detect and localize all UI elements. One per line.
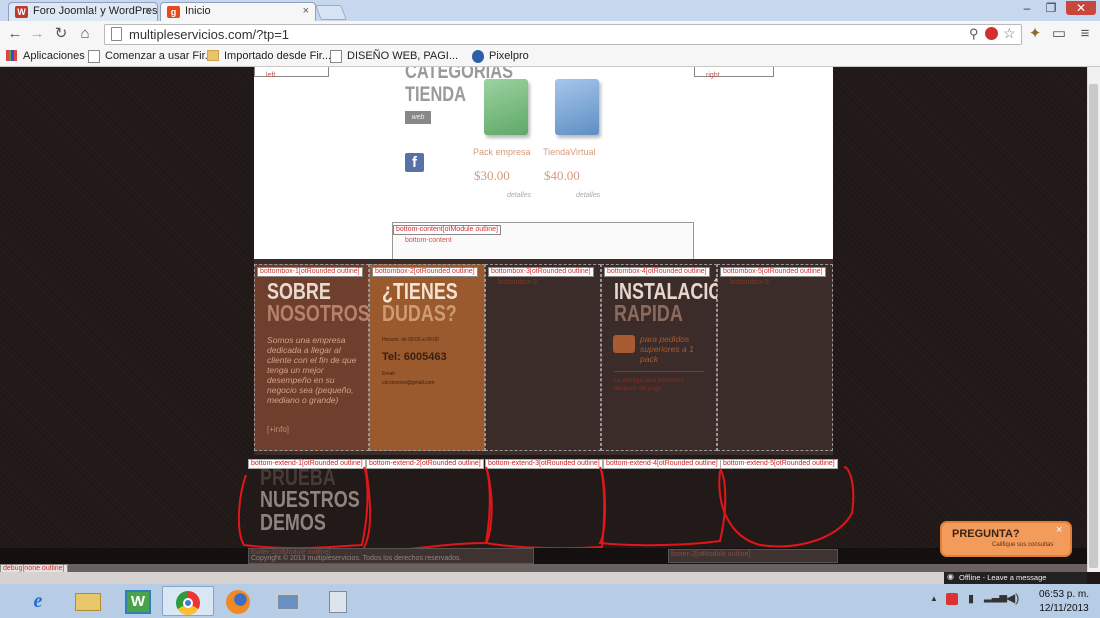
apps-icon [6,50,17,61]
pixelpro-icon [472,50,484,63]
bookmark-apps[interactable]: Aplicaciones [6,50,85,62]
extension-icon[interactable]: ✦ [1026,25,1044,43]
joomla-favicon-icon: W [15,6,28,18]
tab-strip: W Foro Joomla! y WordPress × g Inicio × … [0,0,1100,21]
copyright-text: Copyright © 2013 multipleservicios. Todo… [251,555,462,562]
offline-text: Offline - Leave a message [959,573,1047,582]
battery-icon[interactable]: ▮ [968,592,974,605]
close-tab-icon[interactable]: × [145,5,151,17]
home-icon[interactable]: ⌂ [76,25,94,43]
extension-red-icon[interactable] [985,27,998,40]
horizontal-scroll-area [0,572,944,584]
chat-close-icon[interactable]: × [1056,524,1062,536]
site-favicon-icon: g [167,6,180,18]
footer-tag: footer-2[otModule outline] [671,551,751,558]
address-bar[interactable]: multipleservicios.com/?tp=1 ⚲ ☆ [104,24,1022,45]
network-icon[interactable]: ▂▃▅ [984,592,1007,603]
search-icon[interactable]: ⚲ [969,26,979,42]
star-icon[interactable]: ☆ [1003,25,1016,42]
page-viewport: left right CATEGORIAS TIENDA web f Pack … [0,67,1087,572]
clock-time[interactable]: 06:53 p. m. [1034,589,1094,600]
wordpress-app-icon[interactable]: W [112,586,164,616]
chat-title: PREGUNTA? [952,528,1020,540]
bookmark-label: Pixelpro [489,50,529,62]
file-explorer-icon[interactable] [62,586,114,616]
chat-subtitle: Califique sus consultas [992,542,1054,548]
scrollbar-thumb[interactable] [1089,84,1098,568]
bookmark-label: Importado desde Fir... [224,50,331,62]
folder-icon [207,50,219,61]
footer-1-module: footer-1[otModule outline] Copyright © 2… [248,548,534,564]
bookmark-pixelpro[interactable]: Pixelpro [472,50,529,63]
tab-label: Foro Joomla! y WordPress [33,5,158,17]
menu-icon[interactable]: ≡ [1076,25,1094,43]
page-icon [330,50,342,63]
debug-tag: debug[none outline] [0,564,68,572]
security-tray-icon[interactable] [946,593,958,605]
clock-date[interactable]: 12/11/2013 [1034,603,1094,614]
tab-foro-joomla[interactable]: W Foro Joomla! y WordPress × [8,2,158,21]
footer-2-module: footer-2[otModule outline] [668,549,838,563]
volume-icon[interactable]: ◀) [1006,591,1019,605]
bookmark-label: Comenzar a usar Fir... [105,50,214,62]
back-icon[interactable]: ← [6,25,24,43]
url-text: multipleservicios.com/?tp=1 [129,27,290,42]
remote-desktop-icon[interactable] [262,586,314,616]
debug-bar [0,564,1087,572]
bookmark-comenzar[interactable]: Comenzar a usar Fir... [88,50,214,63]
new-tab-button[interactable] [315,5,347,20]
restore-icon[interactable]: ❐ [1040,1,1062,15]
reload-icon[interactable]: ↻ [52,25,70,43]
red-annotation-outlines [237,466,855,553]
bookmark-diseno[interactable]: DISEÑO WEB, PAGI... [330,50,459,63]
windows-taskbar: e W ▲ ▮ ▂▃▅ ◀) 06:53 p. m. 12/11/2013 [0,584,1100,618]
page-icon [111,27,122,41]
bookmark-importado[interactable]: Importado desde Fir... [207,50,331,62]
firefox-icon[interactable] [212,586,264,616]
minimize-icon[interactable]: – [1016,1,1038,15]
bookmark-label: DISEÑO WEB, PAGI... [347,50,459,62]
footer-bar [0,548,1087,564]
tab-inicio[interactable]: g Inicio × [160,2,316,21]
chat-offline-bar[interactable]: ◉ Offline - Leave a message [944,572,1087,584]
close-window-icon[interactable]: ✕ [1066,1,1096,15]
bookmark-label: Aplicaciones [23,50,85,62]
page-icon [88,50,100,63]
calculator-icon[interactable] [312,586,364,616]
bookmarks-bar: Aplicaciones Comenzar a usar Fir... Impo… [0,47,1100,67]
internet-explorer-icon[interactable]: e [12,586,64,616]
close-tab-icon[interactable]: × [303,5,309,17]
tab-label: Inicio [185,5,211,17]
chat-widget[interactable]: PREGUNTA? Califique sus consultas × [940,521,1072,557]
chrome-icon[interactable] [162,586,214,616]
window-icon[interactable]: ▭ [1050,25,1068,43]
forward-icon[interactable]: → [28,25,46,43]
show-hidden-icons[interactable]: ▲ [930,594,938,603]
chat-icon: ◉ [947,572,954,581]
